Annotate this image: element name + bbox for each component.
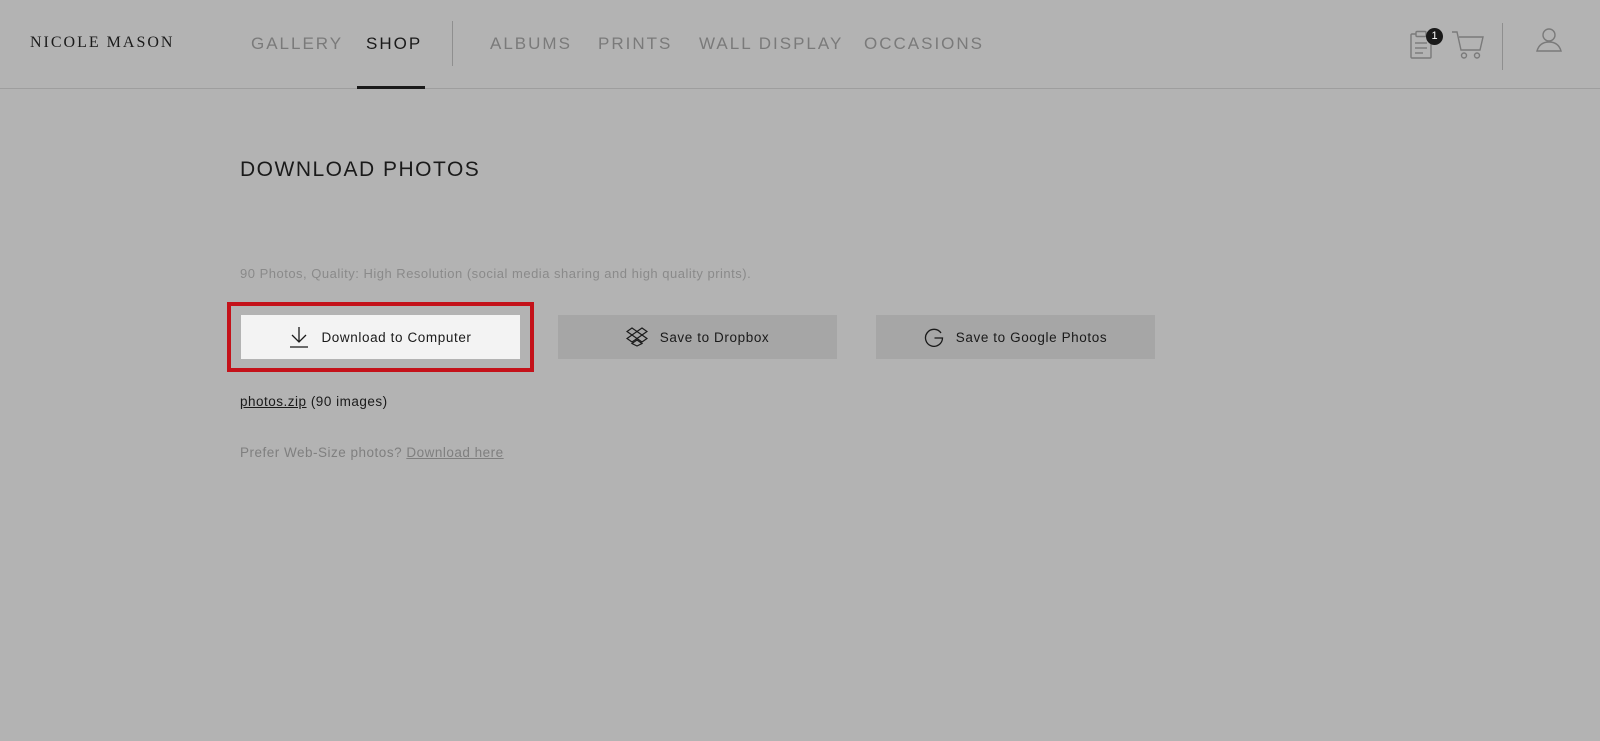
nav-divider bbox=[452, 21, 453, 66]
nav-shop[interactable]: SHOP bbox=[366, 34, 422, 54]
brand-logo[interactable]: NICOLE MASON bbox=[30, 34, 174, 52]
zip-image-count: (90 images) bbox=[310, 394, 388, 409]
web-size-prompt: Prefer Web-Size photos? Download here bbox=[240, 445, 504, 460]
top-navigation: NICOLE MASON GALLERY SHOP ALBUMS PRINTS … bbox=[0, 0, 1600, 89]
save-to-dropbox-button[interactable]: Save to Dropbox bbox=[558, 315, 837, 359]
orders-count-badge: 1 bbox=[1426, 28, 1443, 45]
dropbox-icon bbox=[625, 327, 648, 347]
nav-occasions[interactable]: OCCASIONS bbox=[864, 34, 984, 54]
web-size-download-link[interactable]: Download here bbox=[406, 445, 503, 460]
google-icon bbox=[924, 327, 944, 347]
zip-info: photos.zip (90 images) bbox=[240, 394, 388, 409]
nav-gallery[interactable]: GALLERY bbox=[251, 34, 343, 54]
download-icon bbox=[289, 326, 309, 348]
active-tab-indicator bbox=[357, 86, 425, 89]
web-size-text: Prefer Web-Size photos? bbox=[240, 445, 403, 460]
cart-icon[interactable] bbox=[1451, 30, 1485, 60]
save-to-google-photos-button[interactable]: Save to Google Photos bbox=[876, 315, 1155, 359]
nav-prints[interactable]: PRINTS bbox=[598, 34, 672, 54]
nav-albums[interactable]: ALBUMS bbox=[490, 34, 572, 54]
header-divider bbox=[1502, 23, 1503, 70]
google-button-label: Save to Google Photos bbox=[955, 329, 1108, 345]
user-icon[interactable] bbox=[1536, 27, 1562, 53]
zip-file-link[interactable]: photos.zip bbox=[240, 394, 307, 409]
nav-wall-display[interactable]: WALL DISPLAY bbox=[699, 34, 843, 54]
download-button-label: Download to Computer bbox=[321, 329, 472, 345]
page-title: DOWNLOAD PHOTOS bbox=[240, 158, 481, 181]
quality-description: 90 Photos, Quality: High Resolution (soc… bbox=[240, 266, 752, 281]
dropbox-button-label: Save to Dropbox bbox=[659, 329, 770, 345]
download-to-computer-button[interactable]: Download to Computer bbox=[241, 315, 520, 359]
